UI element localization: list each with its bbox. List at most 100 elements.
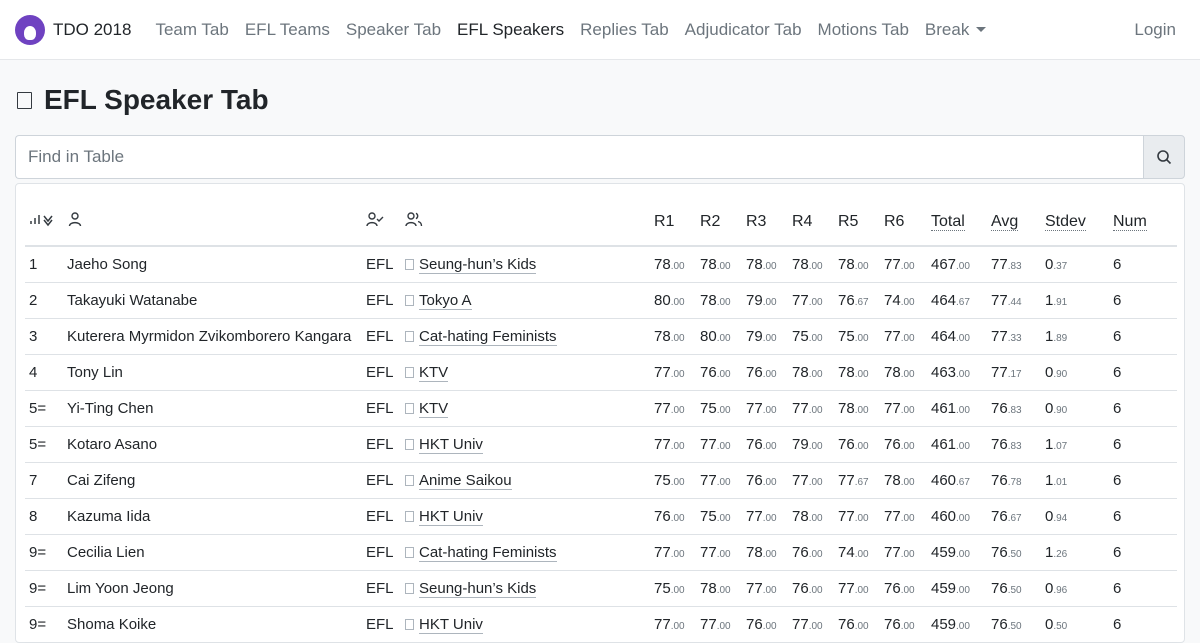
round-1-score: 78.00: [650, 318, 696, 355]
table-row: 4 Tony Lin EFL KTV 77.00 76.00 76.00 78.00 78.00…: [25, 354, 1177, 391]
search-button[interactable]: [1143, 135, 1185, 179]
average-score: 76.83: [987, 426, 1041, 463]
round-3-score: 76.00: [742, 354, 788, 391]
average-score-decimal: .50: [1007, 584, 1022, 596]
round-1-score: 77.00: [650, 354, 696, 391]
round-3-score-decimal: .00: [762, 296, 777, 308]
r2-column-header[interactable]: R2: [696, 198, 742, 247]
r4-column-header[interactable]: R4: [788, 198, 834, 247]
round-5-score-int: 78: [838, 255, 855, 273]
speaker-name-cell: Cai Zifeng: [63, 462, 362, 499]
average-score-int: 76: [991, 399, 1008, 417]
round-3-score-decimal: .00: [762, 332, 777, 344]
round-4-score-int: 78: [792, 507, 809, 525]
team-name-link[interactable]: Seung-hun’s Kids: [419, 579, 537, 598]
table-row: 8 Kazuma Iida EFL HKT Univ 76.00 75.00 77.00 78…: [25, 498, 1177, 535]
round-5-score: 78.00: [834, 354, 880, 391]
round-5-score-decimal: .67: [854, 476, 869, 488]
nav-break-dropdown[interactable]: Break: [917, 20, 994, 40]
round-5-score-decimal: .00: [854, 440, 869, 452]
num-rounds-cell: 6: [1109, 246, 1177, 283]
search-input[interactable]: [15, 135, 1143, 179]
nav-replies-tab[interactable]: Replies Tab: [572, 20, 677, 40]
team-column-header[interactable]: [401, 198, 650, 247]
round-6-score-int: 77: [884, 543, 901, 561]
team-name-link[interactable]: KTV: [419, 399, 449, 418]
table-search: [15, 135, 1185, 179]
user-icon: [68, 212, 82, 227]
total-score: 460.67: [927, 462, 987, 499]
table-body: 1 Jaeho Song EFL Seung-hun’s Kids 78.00 78.00…: [25, 246, 1177, 643]
total-score: 464.67: [927, 282, 987, 319]
r1-column-header[interactable]: R1: [650, 198, 696, 247]
round-1-score: 77.00: [650, 390, 696, 427]
team-name-link[interactable]: Seung-hun’s Kids: [419, 255, 537, 274]
rank-cell: 1: [25, 246, 63, 283]
stdev-score-decimal: .26: [1053, 548, 1068, 560]
round-1-score: 75.00: [650, 462, 696, 499]
average-score-int: 77: [991, 327, 1008, 345]
brand-link[interactable]: TDO 2018: [15, 14, 132, 45]
round-5-score-int: 76: [838, 291, 855, 309]
round-3-score-int: 76: [746, 435, 763, 453]
team-name-link[interactable]: KTV: [419, 363, 449, 382]
login-link[interactable]: Login: [1134, 20, 1176, 40]
category-column-header[interactable]: [362, 198, 401, 247]
num-column-header[interactable]: Num: [1109, 198, 1177, 247]
stdev-column-header[interactable]: Stdev: [1041, 198, 1109, 247]
round-5-score-int: 74: [838, 543, 855, 561]
average-score: 77.33: [987, 318, 1041, 355]
r6-column-header[interactable]: R6: [880, 198, 927, 247]
team-name-link[interactable]: Anime Saikou: [419, 471, 512, 490]
team-name-link[interactable]: HKT Univ: [419, 435, 483, 454]
round-5-score-int: 77: [838, 471, 855, 489]
round-1-score-decimal: .00: [670, 548, 685, 560]
total-score-decimal: .00: [956, 260, 970, 272]
speaker-name-cell: Lim Yoon Jeong: [63, 570, 362, 607]
brand-name: TDO 2018: [53, 19, 132, 39]
team-name-link[interactable]: Tokyo A: [419, 291, 472, 310]
team-name-link[interactable]: HKT Univ: [419, 507, 483, 526]
speaker-column-header[interactable]: [63, 198, 362, 247]
total-score-int: 464: [931, 291, 957, 309]
round-5-score-decimal: .00: [854, 548, 869, 560]
table-row: 7 Cai Zifeng EFL Anime Saikou 75.00 77.00 76.0…: [25, 462, 1177, 499]
team-info-icon: [405, 546, 414, 558]
rank-column-header[interactable]: [25, 198, 63, 247]
total-score-decimal: .00: [956, 440, 970, 452]
round-6-score-int: 77: [884, 255, 901, 273]
round-2-score-decimal: .00: [716, 296, 731, 308]
total-column-header[interactable]: Total: [927, 198, 987, 247]
avg-header-label: Avg: [991, 212, 1019, 231]
rank-cell: 7: [25, 462, 63, 499]
team-name-link[interactable]: HKT Univ: [419, 615, 483, 634]
round-1-score: 76.00: [650, 498, 696, 535]
round-3-score-int: 78: [746, 255, 763, 273]
nav-speaker-tab[interactable]: Speaker Tab: [338, 20, 449, 40]
average-score-decimal: .78: [1007, 476, 1022, 488]
nav-efl-speakers[interactable]: EFL Speakers: [449, 20, 572, 40]
round-2-score-int: 78: [700, 579, 717, 597]
stdev-score: 1.01: [1041, 462, 1109, 499]
round-2-score-int: 77: [700, 471, 717, 489]
speaker-name-cell: Kazuma Iida: [63, 498, 362, 535]
nav-efl-teams[interactable]: EFL Teams: [237, 20, 338, 40]
avg-column-header[interactable]: Avg: [987, 198, 1041, 247]
r3-column-header[interactable]: R3: [742, 198, 788, 247]
team-name-link[interactable]: Cat-hating Feminists: [419, 543, 557, 562]
team-name-link[interactable]: Cat-hating Feminists: [419, 327, 557, 346]
stdev-score-decimal: .91: [1053, 296, 1068, 308]
average-score-decimal: .33: [1007, 332, 1022, 344]
nav-motions-tab[interactable]: Motions Tab: [810, 20, 917, 40]
round-6-score-decimal: .00: [900, 368, 915, 380]
r5-column-header[interactable]: R5: [834, 198, 880, 247]
total-score: 459.00: [927, 570, 987, 607]
round-3-score-decimal: .00: [762, 404, 777, 416]
nav-team-tab[interactable]: Team Tab: [147, 20, 236, 40]
rank-cell: 5=: [25, 390, 63, 427]
round-6-score: 74.00: [880, 282, 927, 319]
average-score-int: 76: [991, 435, 1008, 453]
average-score-decimal: .17: [1007, 368, 1022, 380]
nav-adjudicator-tab[interactable]: Adjudicator Tab: [677, 20, 810, 40]
round-5-score-decimal: .00: [854, 368, 869, 380]
